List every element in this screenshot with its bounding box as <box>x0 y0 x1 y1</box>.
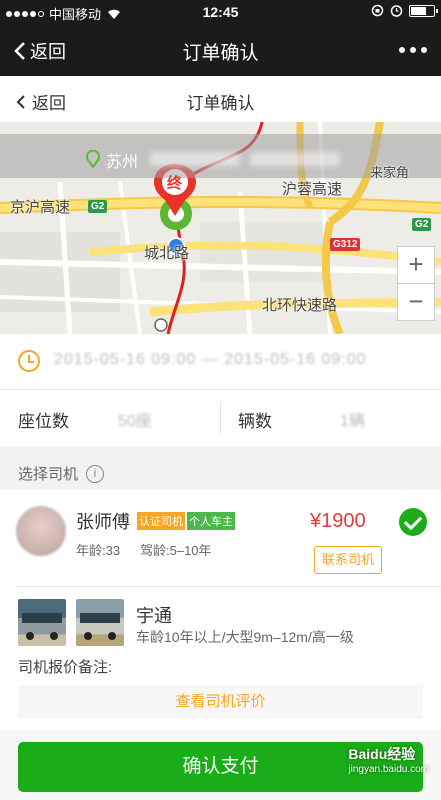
vehicle-brand: 宇通 <box>136 606 172 626</box>
highway-badge: G312 <box>330 238 361 251</box>
service-time-row: 2015-05-16 09:00 — 2015-05-16 09:00 <box>0 334 441 390</box>
watermark-text: Baidu经验 <box>348 746 416 762</box>
address-text: 苏州 <box>106 154 139 171</box>
vehicles-value: 1辆 <box>340 413 365 430</box>
highway-badge: G2 <box>412 218 432 231</box>
avatar <box>16 506 66 556</box>
destination-marker-label: 终 <box>167 175 183 192</box>
rotation-lock-icon <box>371 4 384 17</box>
wechat-nav-bar: 返回 订单确认 <box>0 24 441 76</box>
seats-value: 50座 <box>118 413 152 430</box>
battery-icon <box>409 4 438 17</box>
certified-driver-badge: 认证司机 <box>137 512 185 530</box>
zoom-out-button[interactable]: − <box>397 283 435 321</box>
quote-remark-label: 司机报价备注: <box>18 659 113 676</box>
page-header: 返回 订单确认 <box>0 76 441 122</box>
driver-price: ¥1900 <box>310 510 366 532</box>
vehicle-photo[interactable] <box>18 599 66 646</box>
address-redacted <box>150 152 240 166</box>
selected-check-icon[interactable] <box>399 508 427 536</box>
wechat-title: 订单确认 <box>182 43 259 64</box>
clock-icon <box>18 350 40 372</box>
page-title: 订单确认 <box>186 94 255 113</box>
road-label: 京沪高速 <box>10 199 71 216</box>
service-time-value: 2015-05-16 09:00 — 2015-05-16 09:00 <box>54 351 367 368</box>
zoom-in-button[interactable]: + <box>397 246 435 284</box>
road-label: 北环快速路 <box>262 297 338 314</box>
location-pin-icon <box>86 150 100 168</box>
watermark: Baidu经验 jingyan.baidu.com <box>348 744 429 775</box>
driver-experience: 驾龄:5–10年 <box>140 543 212 558</box>
place-label: 来家角 <box>370 165 410 180</box>
select-driver-label: 选择司机 <box>18 466 79 483</box>
highway-badge: G2 <box>88 200 108 213</box>
road-label: 城北路 <box>144 245 190 262</box>
select-driver-heading: 选择司机 i <box>18 463 105 484</box>
vehicle-description: 车龄10年以上/大型9m–12m/高一级 <box>136 629 354 645</box>
watermark-url: jingyan.baidu.com <box>348 764 429 775</box>
contact-driver-button[interactable]: 联系司机 <box>314 546 382 574</box>
driver-age: 年龄:33 <box>76 543 121 558</box>
status-right <box>371 4 438 17</box>
route-map[interactable]: 苏州 京沪高速 G2 沪蓉高速 G2 G312 城北路 北环快速路 来家角 终 … <box>0 122 441 334</box>
seats-row: 座位数 50座 辆数 1辆 <box>0 390 441 446</box>
driver-name: 张师傅 <box>76 512 130 532</box>
info-icon[interactable]: i <box>86 464 105 483</box>
more-menu-button[interactable] <box>399 47 427 53</box>
alarm-icon <box>390 5 403 17</box>
vehicles-label: 辆数 <box>238 412 272 431</box>
status-bar: 中国移动 12:45 <box>0 0 441 24</box>
owner-badge: 个人车主 <box>187 512 235 530</box>
road-label: 沪蓉高速 <box>282 181 343 198</box>
view-reviews-button[interactable]: 查看司机评价 <box>18 685 423 719</box>
vehicle-photo[interactable] <box>76 599 124 646</box>
seats-label: 座位数 <box>18 412 69 431</box>
driver-card[interactable]: 张师傅 认证司机 个人车主 年龄:33 驾龄:5–10年 ¥1900 联系司机 … <box>0 490 441 730</box>
divider <box>220 402 221 434</box>
footer: 确认支付 Baidu经验 jingyan.baidu.com <box>0 730 441 800</box>
divider <box>16 586 441 587</box>
address-redacted <box>250 152 340 166</box>
